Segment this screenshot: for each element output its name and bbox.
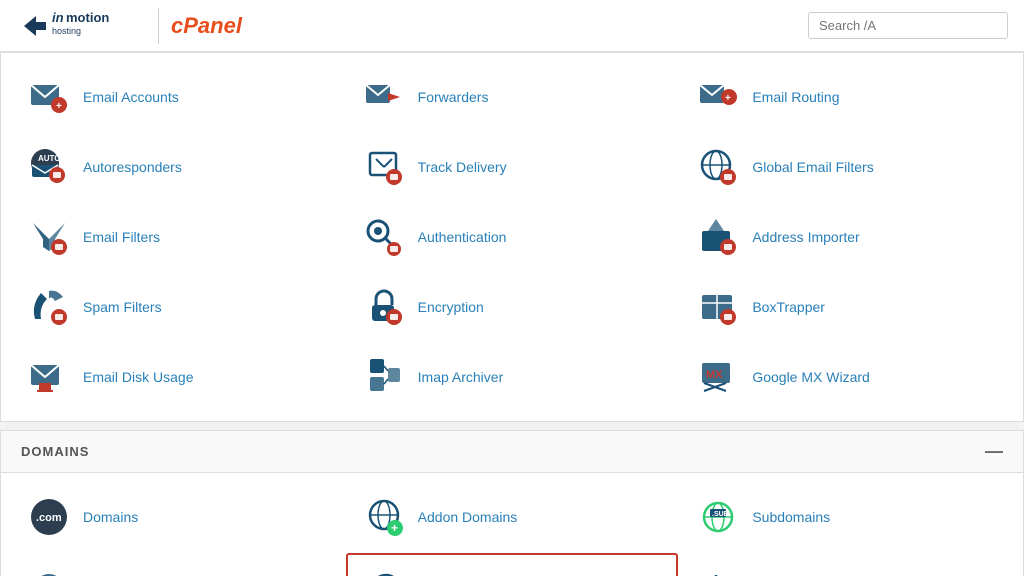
item-label-email-disk-usage: Email Disk Usage [83, 369, 193, 385]
item-addon-domains[interactable]: + Addon Domains [346, 483, 679, 551]
svg-text:+: + [391, 521, 398, 535]
item-label-address-importer: Address Importer [752, 229, 859, 245]
search-input[interactable] [808, 12, 1008, 39]
item-autoresponders[interactable]: AUTO Autoresponders [11, 133, 344, 201]
svg-text:AUTO: AUTO [38, 154, 61, 163]
logo-divider [158, 8, 159, 44]
item-boxtrapper[interactable]: BoxTrapper [680, 273, 1013, 341]
domains-section-header: DOMAINS — [1, 431, 1023, 473]
item-label-spam-filters: Spam Filters [83, 299, 162, 315]
forwarders-icon [360, 73, 408, 121]
item-label-forwarders: Forwarders [418, 89, 489, 105]
svg-text:MX: MX [706, 369, 723, 381]
email-disk-usage-icon [25, 353, 73, 401]
item-label-global-email-filters: Global Email Filters [752, 159, 873, 175]
inmotion-logo: in motion hosting [16, 8, 146, 44]
item-label-autoresponders: Autoresponders [83, 159, 182, 175]
svg-text:.com: .com [36, 512, 62, 524]
svg-text:+: + [725, 93, 731, 104]
item-label-addon-domains: Addon Domains [418, 509, 518, 525]
item-domains[interactable]: .com Domains [11, 483, 344, 551]
item-google-mx-wizard[interactable]: MX Google MX Wizard [680, 343, 1013, 411]
item-label-imap-archiver: Imap Archiver [418, 369, 504, 385]
item-track-delivery[interactable]: Track Delivery [346, 133, 679, 201]
item-email-routing[interactable]: + Email Routing [680, 63, 1013, 131]
item-address-importer[interactable]: Address Importer [680, 203, 1013, 271]
item-label-subdomains: Subdomains [752, 509, 830, 525]
header: in motion hosting cPanel [0, 0, 1024, 52]
address-importer-icon [694, 213, 742, 261]
domains-items-grid: .com Domains + Addon Domains [1, 473, 1023, 576]
cpanel-logo: cPanel [171, 13, 242, 39]
imap-archiver-icon [360, 353, 408, 401]
item-label-domains: Domains [83, 509, 138, 525]
item-global-email-filters[interactable]: Global Email Filters [680, 133, 1013, 201]
email-items-grid: + Email Accounts Forwarders [1, 53, 1023, 421]
global-email-filters-icon [694, 143, 742, 191]
domains-section-title: DOMAINS [21, 444, 89, 459]
item-label-email-routing: Email Routing [752, 89, 839, 105]
track-delivery-icon [360, 143, 408, 191]
item-label-track-delivery: Track Delivery [418, 159, 507, 175]
item-imap-archiver[interactable]: Imap Archiver [346, 343, 679, 411]
svg-text:motion: motion [66, 10, 109, 25]
google-mx-wizard-icon: MX [694, 353, 742, 401]
item-label-encryption: Encryption [418, 299, 484, 315]
svg-text:in: in [52, 10, 64, 25]
domains-section: DOMAINS — .com Domains [0, 430, 1024, 576]
item-spam-filters[interactable]: Spam Filters [11, 273, 344, 341]
email-accounts-icon: + [25, 73, 73, 121]
item-label-boxtrapper: BoxTrapper [752, 299, 825, 315]
spam-filters-icon [25, 283, 73, 331]
aliases-icon [25, 565, 73, 576]
item-encryption[interactable]: Encryption [346, 273, 679, 341]
boxtrapper-icon [694, 283, 742, 331]
item-label-email-filters: Email Filters [83, 229, 160, 245]
email-routing-icon: + [694, 73, 742, 121]
item-forwarders[interactable]: Forwarders [346, 63, 679, 131]
subdomains-icon: .SUB [694, 493, 742, 541]
encryption-icon [360, 283, 408, 331]
item-label-authentication: Authentication [418, 229, 507, 245]
item-subdomains[interactable]: .SUB Subdomains [680, 483, 1013, 551]
redirects-icon [362, 565, 410, 576]
svg-text:hosting: hosting [52, 26, 81, 36]
domains-icon: .com [25, 493, 73, 541]
svg-text:.SUB: .SUB [712, 511, 729, 518]
addon-domains-icon: + [360, 493, 408, 541]
item-label-google-mx-wizard: Google MX Wizard [752, 369, 869, 385]
inmotion-hosting-logo: in motion hosting [16, 8, 146, 44]
main-content: + Email Accounts Forwarders [0, 52, 1024, 576]
item-redirects[interactable]: Redirects [346, 553, 679, 576]
svg-text:+: + [56, 101, 62, 112]
authentication-icon [360, 213, 408, 261]
email-section: + Email Accounts Forwarders [0, 52, 1024, 422]
zone-editor-icon: + [694, 565, 742, 576]
item-authentication[interactable]: Authentication [346, 203, 679, 271]
autoresponders-icon: AUTO [25, 143, 73, 191]
item-email-filters[interactable]: Email Filters [11, 203, 344, 271]
item-aliases[interactable]: Aliases [11, 553, 344, 576]
item-email-accounts[interactable]: + Email Accounts [11, 63, 344, 131]
item-email-disk-usage[interactable]: Email Disk Usage [11, 343, 344, 411]
item-zone-editor[interactable]: + Zone Editor [680, 553, 1013, 576]
logo-area: in motion hosting cPanel [16, 8, 242, 44]
item-label-email-accounts: Email Accounts [83, 89, 179, 105]
email-filters-icon [25, 213, 73, 261]
domains-section-toggle[interactable]: — [985, 441, 1003, 462]
